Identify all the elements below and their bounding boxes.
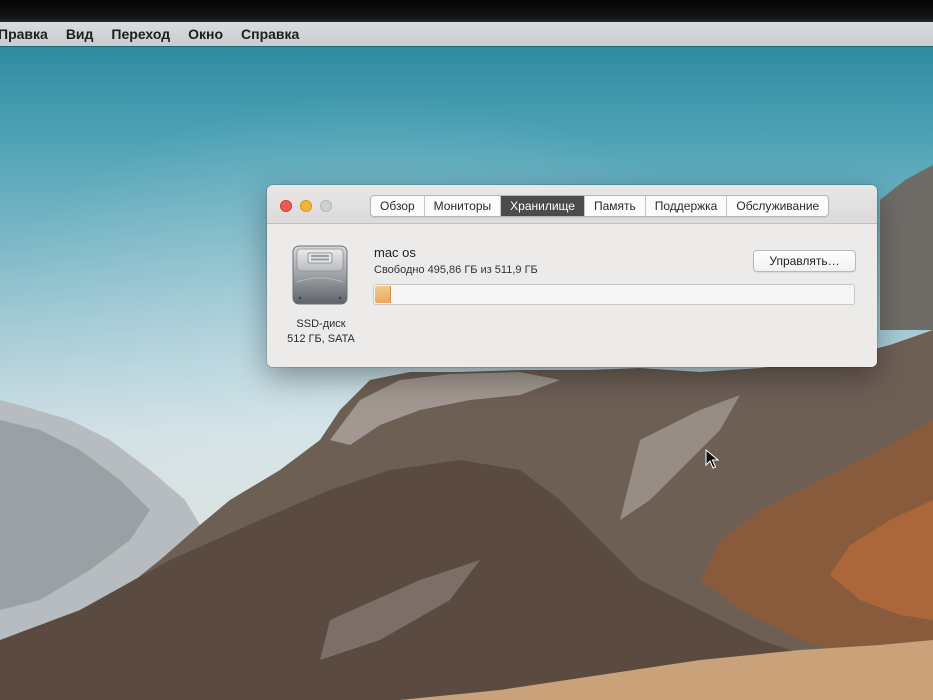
mouse-cursor-icon [705, 449, 719, 469]
menu-go[interactable]: Переход [102, 26, 179, 42]
tab-storage[interactable]: Хранилище [501, 196, 585, 216]
tab-memory[interactable]: Память [585, 196, 646, 216]
tab-bar: Обзор Мониторы Хранилище Память Поддержк… [370, 195, 830, 217]
tab-overview[interactable]: Обзор [371, 196, 425, 216]
tab-service[interactable]: Обслуживание [727, 196, 828, 216]
window-titlebar[interactable]: Обзор Мониторы Хранилище Память Поддержк… [267, 185, 877, 224]
screen-bezel [0, 0, 933, 24]
close-button[interactable] [280, 200, 292, 212]
menu-edit[interactable]: Правка [0, 26, 57, 42]
menu-view[interactable]: Вид [57, 26, 103, 42]
tab-displays[interactable]: Мониторы [425, 196, 502, 216]
storage-usage-bar[interactable] [373, 284, 855, 305]
menu-window[interactable]: Окно [179, 26, 232, 42]
desktop: Правка Вид Переход Окно Справка Обзор Мо… [0, 0, 933, 700]
menu-bar: Правка Вид Переход Окно Справка [0, 22, 933, 46]
minimize-button[interactable] [300, 200, 312, 212]
manage-button[interactable]: Управлять… [753, 250, 856, 272]
storage-usage-fill [375, 286, 391, 303]
hard-drive-icon [292, 245, 348, 305]
about-this-mac-window: Обзор Мониторы Хранилище Память Поддержк… [267, 185, 877, 367]
disk-caption: SSD-диск 512 ГБ, SATA [267, 317, 375, 347]
zoom-button-disabled [320, 200, 332, 212]
disk-type: SSD-диск [296, 318, 346, 330]
volume-name: mac os [374, 245, 416, 260]
menu-help[interactable]: Справка [232, 26, 308, 42]
storage-panel: SSD-диск 512 ГБ, SATA mac os Свободно 49… [267, 224, 877, 367]
volume-free-space: Свободно 495,86 ГБ из 511,9 ГБ [374, 264, 538, 276]
tab-support[interactable]: Поддержка [646, 196, 728, 216]
disk-spec: 512 ГБ, SATA [287, 333, 355, 345]
